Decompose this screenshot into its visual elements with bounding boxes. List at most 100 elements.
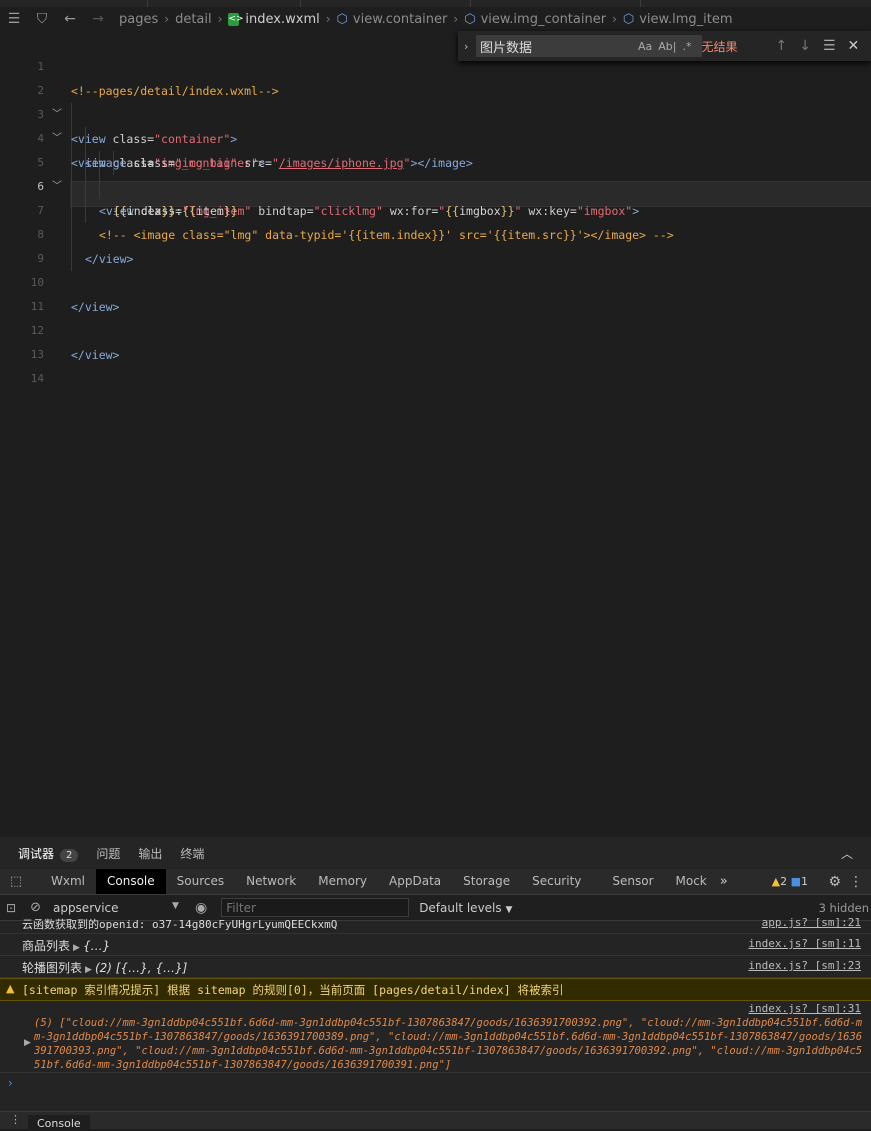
expand-triangle-icon[interactable]: ▶ [85, 965, 92, 975]
tab-debugger-label: 调试器 [18, 846, 55, 861]
match-case-toggle[interactable]: Aa [638, 40, 652, 53]
tab-mock[interactable]: Mock [665, 869, 718, 894]
console-drawer: ⋮ Console [0, 1111, 871, 1131]
dropdown-arrow-icon: ▼ [505, 904, 513, 915]
find-in-selection-icon[interactable]: ☰ [823, 38, 836, 54]
tab-separator [147, 0, 148, 7]
source-link[interactable]: index.js? [sm]:31 [748, 1002, 861, 1015]
tab-sources[interactable]: Sources [166, 869, 235, 894]
code-line: 7 <!-- <image class="lmg" data-typid='{{… [0, 175, 871, 242]
console-message: 轮播图列表 ▶ (2) [{…}, {…}] index.js? [sm]:23 [0, 955, 871, 978]
source-link[interactable]: app.js? [sm]:21 [762, 916, 861, 929]
console-message-text: 商品列表 [22, 939, 71, 953]
log-levels-select[interactable]: Default levels ▼ [419, 901, 512, 915]
code-line: 11 [0, 271, 871, 313]
code-editor[interactable]: 1 <!--pages/detail/index.wxml--> 2 ﹀ <vi… [0, 31, 871, 837]
info-count: 1 [801, 875, 808, 888]
forward-arrow-icon[interactable]: → [87, 11, 109, 27]
sidebar-toggle-icon[interactable]: ⊡ [6, 901, 16, 915]
inspect-element-icon[interactable]: ⬚ [0, 874, 32, 889]
tab-debugger[interactable]: 调试器 2 [18, 845, 79, 862]
line-number: 14 [30, 372, 44, 385]
console-message: index.js? [sm]:31 ▶ (5) ["cloud://mm-3gn… [0, 1000, 871, 1073]
chevron-right-icon: › [612, 12, 617, 26]
eye-icon[interactable]: ◉ [195, 900, 207, 916]
chevron-up-icon[interactable]: ︿ [841, 845, 853, 862]
find-widget: › Aa Ab| .* 无结果 ↑ ↓ ☰ ✕ [458, 31, 871, 61]
console-message-text: 云函数获取到的openid: o37-14g80cFyUHgrLyumQEECk… [22, 918, 338, 931]
console-message: 商品列表 ▶ {…} index.js? [sm]:11 [0, 933, 871, 956]
clear-console-icon[interactable]: ⊘ [30, 900, 41, 915]
chevron-right-icon: › [217, 12, 223, 26]
devtools-tabs: ⬚ Wxml Console Sources Network Memory Ap… [0, 869, 871, 895]
info-icon: ■ [790, 875, 801, 888]
breadcrumb-file[interactable]: index.wxml [245, 12, 319, 27]
dropdown-arrow-icon: ▼ [172, 900, 179, 911]
code-line: 13 [0, 319, 871, 361]
code-line: 3 ﹀ <view class="img_container"> [0, 79, 871, 170]
breadcrumb-item-detail[interactable]: detail [175, 12, 212, 27]
close-icon[interactable]: ✕ [848, 38, 860, 54]
next-match-arrow-icon[interactable]: ↓ [799, 38, 811, 54]
chevron-right-icon: › [325, 12, 331, 26]
object-preview[interactable]: {…} [83, 939, 110, 953]
editor-tab-strip [0, 0, 871, 7]
breadcrumb: ☰ ⛉ ← → pages › detail › <> index.wxml ›… [0, 7, 871, 31]
more-tabs-chevron-icon[interactable]: » [720, 874, 728, 889]
warning-icon: ▲ [771, 875, 781, 888]
tab-problems[interactable]: 问题 [96, 845, 120, 862]
tab-memory[interactable]: Memory [307, 869, 378, 894]
toggle-replace-chevron-icon[interactable]: › [464, 40, 468, 53]
tab-appdata[interactable]: AppData [378, 869, 452, 894]
source-link[interactable]: index.js? [sm]:11 [748, 937, 861, 950]
tab-terminal[interactable]: 终端 [180, 845, 204, 862]
back-arrow-icon[interactable]: ← [59, 11, 81, 27]
bookmark-icon[interactable]: ⛉ [31, 11, 53, 27]
chevron-right-icon: › [453, 12, 459, 26]
object-preview[interactable]: (2) [{…}, {…}] [95, 961, 187, 975]
code-line: 4 <image class="img_big" src="/images/ip… [0, 103, 871, 170]
list-icon[interactable]: ☰ [3, 11, 25, 27]
console-message: 云函数获取到的openid: o37-14g80cFyUHgrLyumQEECk… [0, 915, 871, 934]
match-whole-word-toggle[interactable]: Ab| [658, 40, 676, 53]
console-output: 云函数获取到的openid: o37-14g80cFyUHgrLyumQEECk… [0, 916, 871, 1111]
tab-network[interactable]: Network [235, 869, 307, 894]
breadcrumb-item-pages[interactable]: pages [119, 12, 158, 27]
tab-sensor[interactable]: Sensor [601, 869, 664, 894]
code-line: 10 </view> [0, 247, 871, 314]
symbol-cube-icon: ⬡ [622, 11, 635, 27]
breadcrumb-symbol-lmg-item[interactable]: view.lmg_item [639, 12, 732, 27]
source-link[interactable]: index.js? [sm]:23 [748, 959, 861, 972]
panel-tabs: 调试器 2 问题 输出 终端 ︿ [0, 837, 871, 869]
more-options-icon[interactable]: ⋮ [849, 874, 863, 890]
drawer-menu-icon[interactable]: ⋮ [10, 1113, 21, 1126]
tab-wxml[interactable]: Wxml [40, 869, 96, 894]
tab-console[interactable]: Console [96, 869, 166, 894]
array-preview[interactable]: (5) ["cloud://mm-3gn1ddbp04c551bf.6d6d-m… [34, 1016, 868, 1072]
console-warning-message: ▲ [sitemap 索引情况提示] 根据 sitemap 的规则[0]，当前页… [0, 978, 871, 1001]
code-line: 9 [0, 223, 871, 265]
tab-separator [470, 0, 471, 7]
drawer-tab-console[interactable]: Console [28, 1115, 90, 1131]
prompt-chevron-icon[interactable]: › [8, 1076, 13, 1090]
tab-separator [640, 0, 641, 7]
regex-toggle[interactable]: .* [682, 40, 691, 53]
warning-icon: ▲ [6, 982, 15, 995]
expand-triangle-icon[interactable]: ▶ [24, 1038, 31, 1048]
breadcrumb-symbol-img-container[interactable]: view.img_container [481, 12, 607, 27]
breadcrumb-symbol-container[interactable]: view.container [353, 12, 447, 27]
tab-storage[interactable]: Storage [452, 869, 521, 894]
tab-output[interactable]: 输出 [138, 845, 162, 862]
context-select[interactable]: appservice ▼ [48, 898, 179, 917]
code-line: 8 </view> [0, 199, 871, 266]
warning-count: 2 [780, 875, 788, 888]
tab-security[interactable]: Security [521, 869, 601, 894]
issue-counter[interactable]: ▲2 ■1 [772, 875, 808, 888]
gear-icon[interactable]: ⚙ [828, 874, 841, 890]
log-levels-label: Default levels [419, 900, 502, 915]
code-line: 6 {{index}}:{{item}} [0, 151, 871, 218]
previous-match-arrow-icon[interactable]: ↑ [776, 38, 788, 54]
code-line: 12 </view> [0, 295, 871, 362]
expand-triangle-icon[interactable]: ▶ [73, 943, 80, 953]
hidden-count: 3 hidden [818, 900, 869, 915]
